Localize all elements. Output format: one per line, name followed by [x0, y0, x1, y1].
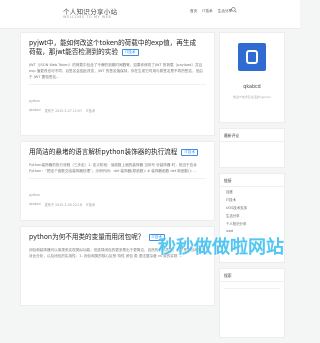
sidebar: qkabcd 热爱IT技术及生活的nginker 最新评论 链接 百度 IT技术… [219, 32, 285, 343]
post-card[interactable]: pyjwt中，能如何改这个token的荷载中的exp值，再生成荷载，那jwt能否… [20, 32, 215, 136]
site-subtitle: WELCOME TO MY WEB [63, 15, 112, 19]
link-item[interactable]: 个人知识分享 [220, 219, 284, 227]
search-title: 搜索 [220, 269, 284, 282]
nav-item-life[interactable]: 生活分享 [218, 9, 232, 14]
avatar[interactable] [238, 43, 266, 71]
top-bar: 个人知识分享小站 WELCOME TO MY WEB 首页 IT技术 生活分享 [0, 0, 300, 29]
category-badge[interactable]: IT技术 [181, 148, 198, 156]
post-author[interactable]: qkabcd [29, 202, 41, 207]
post-title[interactable]: pyjwt中，能如何改这个token的荷载中的exp值，再生成荷载，那jwt能否… [29, 39, 206, 57]
tag-row: python [29, 84, 206, 106]
comments-title: 最新评论 [220, 129, 284, 142]
nav-item-home[interactable]: 首页 [190, 9, 197, 14]
profile-bio: 热爱IT技术及生活的nginker [233, 95, 271, 99]
user-icon [246, 50, 258, 64]
category-badge[interactable]: IT技术 [122, 48, 139, 56]
post-excerpt: Python装饰器的执行流程（三步走）1. 定义阶段：读函数上面的装饰器 当你写… [29, 163, 197, 173]
watermark-logo: 秒秒做做啦网站 [158, 237, 284, 258]
post-card[interactable]: 用简洁的悬堵的语言解析python装饰器的执行流程 IT技术 Python装饰器… [20, 141, 215, 221]
link-item[interactable]: 生活分享 [220, 211, 284, 219]
profile-widget: qkabcd 热爱IT技术及生活的nginker [219, 32, 285, 123]
post-date: 发布于 2025-3-26 22:18 [44, 203, 82, 207]
post-tag[interactable]: python [29, 193, 40, 197]
post-category[interactable]: IT技术 [86, 108, 95, 113]
main-nav: 首页 IT技术 生活分享 [190, 7, 232, 15]
search-icon[interactable] [231, 7, 237, 13]
post-meta: qkabcd 发布于 2025-3-26 22:18 IT技术 [29, 202, 206, 207]
post-tag[interactable]: python [29, 99, 40, 103]
tag-row: python [29, 178, 206, 200]
link-item[interactable]: uwd [220, 227, 284, 234]
post-category[interactable]: IT技术 [86, 202, 95, 207]
post-excerpt: JWT（JSON Web Token）的荷载中包含了令牌的到期时间戳等，如果你修… [29, 63, 203, 79]
post-meta: qkabcd 发布于 2025-3-27 12:07 IT技术 [29, 108, 206, 113]
post-title[interactable]: 用简洁的悬堵的语言解析python装饰器的执行流程 IT技术 [29, 148, 206, 157]
profile-username: qkabcd [243, 85, 261, 90]
link-item[interactable]: UOS技术支持 [220, 203, 284, 211]
post-list: pyjwt中，能如何改这个token的荷载中的exp值，再生成荷载，那jwt能否… [20, 32, 215, 311]
comments-widget: 最新评论 [219, 128, 285, 168]
post-author[interactable]: qkabcd [29, 108, 41, 113]
link-item[interactable]: 百度 [220, 187, 284, 195]
nav-item-it[interactable]: IT技术 [202, 9, 212, 14]
link-item[interactable]: IT技术 [220, 195, 284, 203]
divider [224, 288, 280, 289]
search-widget: 搜索 [219, 268, 285, 338]
links-title: 链接 [220, 174, 284, 187]
post-date: 发布于 2025-3-27 12:07 [44, 109, 82, 113]
